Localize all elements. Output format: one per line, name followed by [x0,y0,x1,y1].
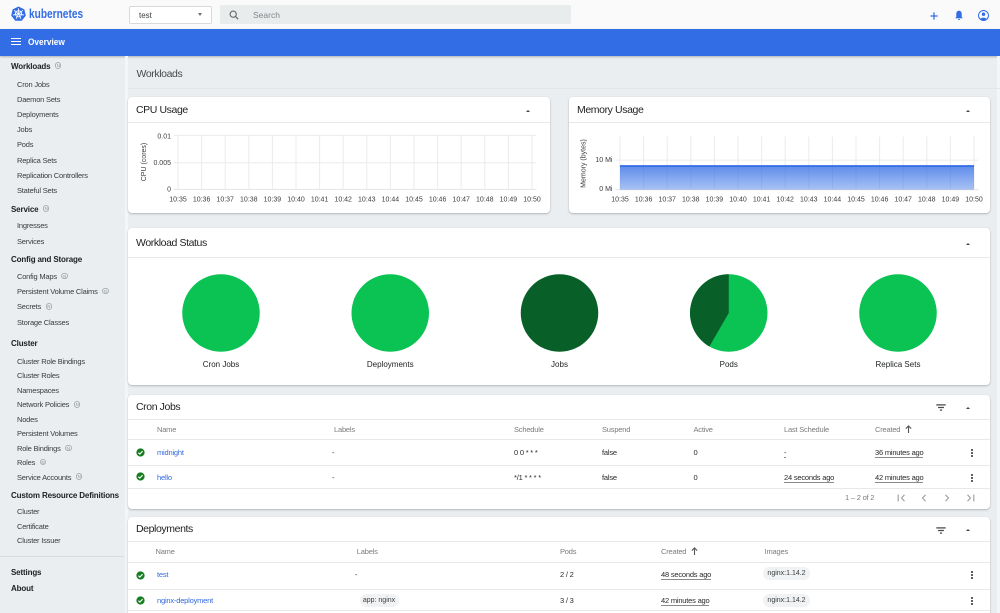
svg-text:10:43: 10:43 [358,197,376,204]
svg-text:10:50: 10:50 [965,197,983,204]
svg-text:10:48: 10:48 [918,197,936,204]
svg-text:10:43: 10:43 [800,197,818,204]
svg-text:10:39: 10:39 [264,197,282,204]
svg-text:Pods: Pods [720,360,738,369]
svg-text:10:38: 10:38 [240,197,258,204]
svg-text:10:35: 10:35 [611,197,629,204]
svg-text:10:44: 10:44 [824,197,842,204]
svg-text:10:37: 10:37 [658,197,676,204]
svg-text:10:41: 10:41 [311,197,329,204]
svg-text:0 Mi: 0 Mi [599,186,613,193]
svg-text:Memory (bytes): Memory (bytes) [581,139,588,188]
svg-text:10:41: 10:41 [753,197,771,204]
svg-text:10:42: 10:42 [334,197,352,204]
svg-text:Replica Sets: Replica Sets [876,360,921,369]
svg-text:10:44: 10:44 [382,197,400,204]
svg-text:10:42: 10:42 [776,197,794,204]
svg-text:10 Mi: 10 Mi [595,157,613,164]
svg-text:10:45: 10:45 [847,197,865,204]
svg-text:10:47: 10:47 [894,197,912,204]
svg-text:10:36: 10:36 [193,197,211,204]
svg-text:10:50: 10:50 [523,197,541,204]
svg-text:10:46: 10:46 [871,197,889,204]
svg-text:10:38: 10:38 [682,197,700,204]
svg-text:10:48: 10:48 [476,197,494,204]
svg-text:10:35: 10:35 [169,197,187,204]
svg-text:0.005: 0.005 [153,160,171,167]
svg-text:10:46: 10:46 [429,197,447,204]
svg-text:10:40: 10:40 [287,197,305,204]
svg-text:Jobs: Jobs [551,360,568,369]
svg-text:10:36: 10:36 [635,197,653,204]
svg-text:10:37: 10:37 [216,197,234,204]
svg-text:Cron Jobs: Cron Jobs [203,360,239,369]
svg-text:10:40: 10:40 [729,197,747,204]
svg-text:0: 0 [167,186,171,193]
svg-text:10:47: 10:47 [452,197,470,204]
svg-text:10:49: 10:49 [942,197,960,204]
svg-text:10:45: 10:45 [405,197,423,204]
svg-text:Deployments: Deployments [367,360,414,369]
svg-text:10:49: 10:49 [500,197,518,204]
svg-text:CPU (cores): CPU (cores) [141,143,148,182]
svg-text:0.01: 0.01 [157,133,171,140]
svg-text:10:39: 10:39 [706,197,724,204]
